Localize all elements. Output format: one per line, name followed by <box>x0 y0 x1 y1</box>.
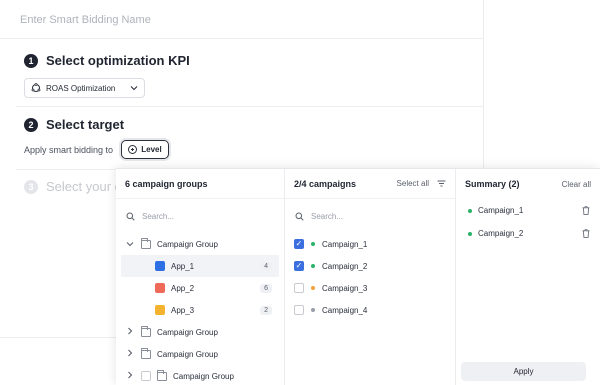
chevron-down-icon[interactable] <box>125 239 135 249</box>
campaigns-column: 2/4 campaigns Select all Search... ✓ Cam… <box>285 169 456 385</box>
status-dot <box>311 242 315 246</box>
step-3: 3 Select your op <box>24 179 129 194</box>
step-title: Select optimization KPI <box>46 53 190 68</box>
trash-icon[interactable] <box>582 229 590 238</box>
campaign-group-label: Campaign Group <box>157 239 218 249</box>
divider <box>16 106 484 107</box>
campaign-groups-header: 6 campaign groups <box>116 169 284 199</box>
app-label: App_1 <box>171 261 195 271</box>
campaign-row[interactable]: ✓ Campaign_1 <box>285 233 455 255</box>
campaigns-header-actions: Select all <box>397 179 446 188</box>
chevron-right-icon[interactable] <box>125 349 135 359</box>
groups-search-input[interactable]: Search... <box>116 199 284 233</box>
status-dot <box>311 264 315 268</box>
summary-column: Summary (2) Clear all Campaign_1 Campaig… <box>456 169 600 385</box>
campaign-group-row[interactable]: Campaign Group <box>116 233 284 255</box>
divider <box>0 38 484 39</box>
campaign-count-badge: 4 <box>260 261 272 271</box>
chevron-right-icon[interactable] <box>125 371 135 381</box>
apply-button[interactable]: Apply <box>461 362 586 381</box>
step-number: 1 <box>24 53 38 68</box>
summary-header: Summary (2) Clear all <box>456 169 600 199</box>
campaigns-count: 2/4 campaigns <box>294 178 357 189</box>
campaign-selector-panel: 6 campaign groups Search... Campaign Gro… <box>116 168 600 385</box>
campaign-count-badge: 6 <box>260 283 272 293</box>
folder-icon <box>141 347 151 359</box>
campaign-checkbox[interactable] <box>294 283 304 293</box>
divider <box>0 337 116 338</box>
summary-item: Campaign_2 <box>456 222 600 245</box>
step-2: 2 Select target <box>24 117 124 132</box>
campaign-groups-column: 6 campaign groups Search... Campaign Gro… <box>116 169 285 385</box>
campaign-row[interactable]: ✓ Campaign_2 <box>285 255 455 277</box>
folder-icon <box>141 237 151 249</box>
clear-all-button[interactable]: Clear all <box>562 180 591 189</box>
group-checkbox[interactable] <box>141 371 151 381</box>
app-icon <box>155 261 165 271</box>
step-number: 3 <box>24 179 38 194</box>
summary-title: Summary (2) <box>465 179 520 189</box>
trash-icon[interactable] <box>582 206 590 215</box>
kpi-select-value: ROAS Optimization <box>46 83 116 93</box>
status-dot <box>311 286 315 290</box>
campaign-group-row[interactable]: Campaign Group <box>116 343 284 365</box>
campaign-label: Campaign_2 <box>322 261 368 271</box>
filter-icon[interactable] <box>437 180 446 187</box>
campaign-group-row[interactable]: Campaign Group <box>116 365 284 385</box>
bidding-name-input[interactable]: Enter Smart Bidding Name <box>20 14 151 26</box>
level-button[interactable]: Level <box>121 140 169 159</box>
campaign-checkbox[interactable]: ✓ <box>294 239 304 249</box>
app-row[interactable]: App_2 6 <box>121 277 279 299</box>
step-1: 1 Select optimization KPI <box>24 53 190 68</box>
app-icon <box>155 305 165 315</box>
roas-icon <box>31 83 41 92</box>
campaign-group-label: Campaign Group <box>173 371 234 381</box>
campaign-row[interactable]: Campaign_3 <box>285 277 455 299</box>
campaign-label: Campaign_1 <box>322 239 368 249</box>
chevron-right-icon[interactable] <box>125 327 135 337</box>
select-all-button[interactable]: Select all <box>397 179 429 188</box>
campaign-group-row[interactable]: Campaign Group <box>116 321 284 343</box>
campaign-label: Campaign_3 <box>322 283 368 293</box>
search-icon <box>295 212 304 221</box>
step-number: 2 <box>24 117 38 132</box>
campaign-checkbox[interactable]: ✓ <box>294 261 304 271</box>
campaign-count-badge: 2 <box>260 305 272 315</box>
campaigns-header: 2/4 campaigns Select all <box>285 169 455 199</box>
folder-icon <box>157 369 167 381</box>
summary-item: Campaign_1 <box>456 199 600 222</box>
search-placeholder: Search... <box>142 211 175 221</box>
status-dot <box>468 231 472 236</box>
kpi-select[interactable]: ROAS Optimization <box>24 78 145 98</box>
campaign-checkbox[interactable] <box>294 305 304 315</box>
app-row[interactable]: App_1 4 <box>121 255 279 277</box>
campaign-label: Campaign_4 <box>322 305 368 315</box>
status-dot <box>311 308 315 312</box>
campaign-row[interactable]: Campaign_4 <box>285 299 455 321</box>
search-icon <box>126 212 135 221</box>
campaigns-search-input[interactable]: Search... <box>285 199 455 233</box>
app-label: App_2 <box>171 283 195 293</box>
apply-to-label: Apply smart bidding to <box>24 145 114 155</box>
app-label: App_3 <box>171 305 195 315</box>
step-title: Select target <box>46 117 125 132</box>
level-button-label: Level <box>141 145 162 154</box>
chevron-down-icon <box>130 86 138 91</box>
summary-item-label: Campaign_1 <box>478 206 524 215</box>
campaign-group-label: Campaign Group <box>157 349 218 359</box>
search-placeholder: Search... <box>311 211 344 221</box>
summary-item-label: Campaign_2 <box>478 229 524 238</box>
add-circle-icon <box>128 145 138 154</box>
folder-icon <box>141 325 151 337</box>
status-dot <box>468 208 472 213</box>
app-row[interactable]: App_3 2 <box>121 299 279 321</box>
campaign-group-label: Campaign Group <box>157 327 218 337</box>
app-icon <box>155 283 165 293</box>
